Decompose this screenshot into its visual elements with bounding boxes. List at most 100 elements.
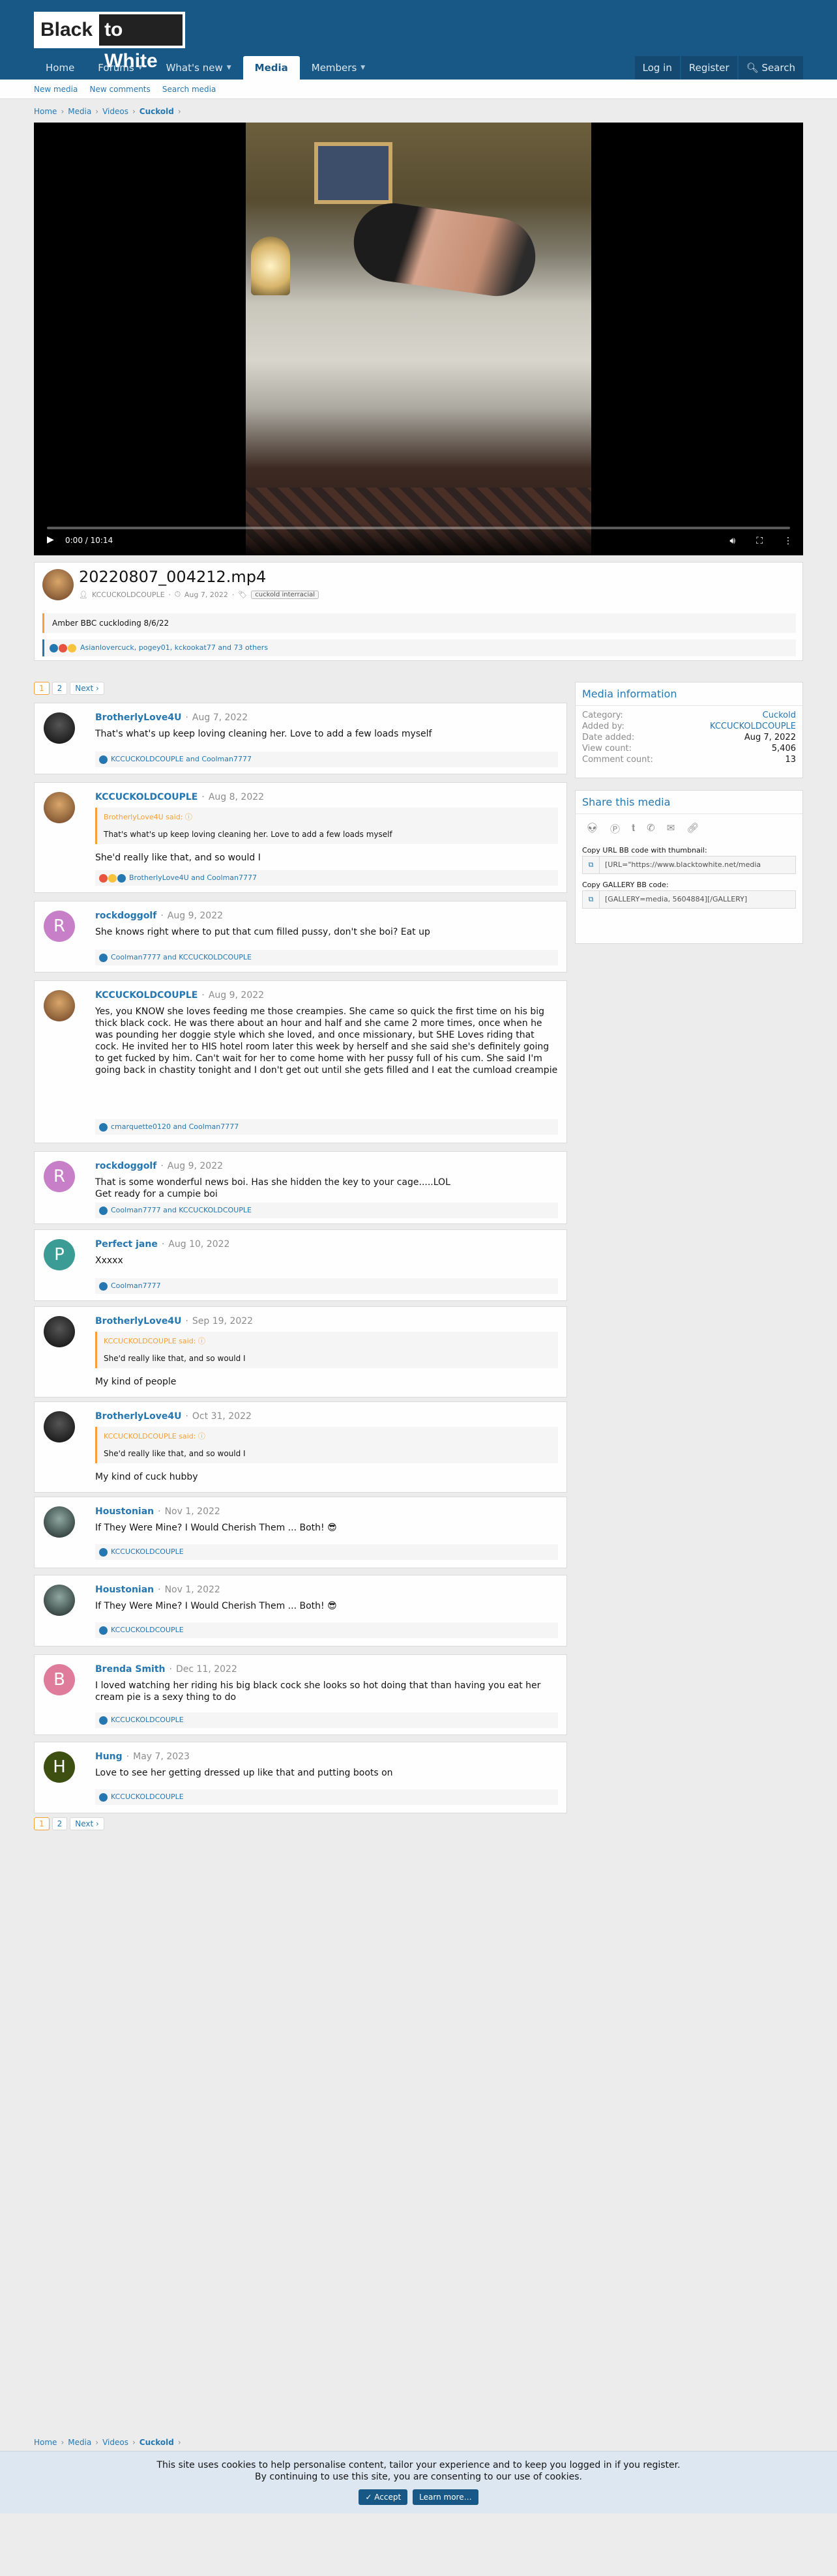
link-icon[interactable]: 🔗︎	[686, 822, 699, 836]
page-2[interactable]: 2	[51, 682, 68, 695]
chevron-down-icon[interactable]: ▼	[138, 56, 143, 80]
search-button[interactable]: 🔍︎ Search	[738, 56, 803, 80]
page-2[interactable]: 2	[51, 1817, 68, 1830]
avatar[interactable]	[44, 1316, 75, 1347]
next-page-button[interactable]: Next ›	[70, 682, 104, 695]
comment-date[interactable]: Nov 1, 2022	[165, 1585, 220, 1595]
register-button[interactable]: Register	[681, 56, 737, 80]
volume-icon[interactable]: 🔊︎	[729, 536, 735, 546]
comment-user[interactable]: Houstonian	[95, 1585, 154, 1595]
comment-user[interactable]: Brenda Smith	[95, 1664, 166, 1675]
breadcrumb-videos[interactable]: Videos	[102, 107, 128, 116]
comment-date[interactable]: Dec 11, 2022	[176, 1664, 237, 1675]
avatar[interactable]	[44, 1506, 75, 1538]
avatar[interactable]: R	[44, 911, 75, 942]
avatar[interactable]	[44, 1411, 75, 1442]
info-author-link[interactable]: KCCUCKOLDCOUPLE	[710, 721, 796, 732]
tab-forums[interactable]: Forums ▼	[86, 56, 154, 80]
whatsapp-icon[interactable]: ✆	[647, 822, 655, 836]
media-reactions[interactable]: Asianlovercuck, pogey01, kckookat77 and …	[42, 639, 796, 656]
pinterest-icon[interactable]: Ⓟ	[610, 822, 620, 836]
info-category-link[interactable]: Cuckold	[763, 710, 796, 721]
tab-home[interactable]: Home	[34, 56, 86, 80]
next-page-button[interactable]: Next ›	[70, 1817, 104, 1830]
comment-reactions[interactable]: Coolman7777 and KCCUCKOLDCOUPLE	[95, 1203, 558, 1218]
tab-members[interactable]: Members ▼	[300, 56, 377, 80]
tab-media[interactable]: Media	[242, 56, 300, 80]
breadcrumb-home[interactable]: Home	[34, 107, 57, 116]
comment-user[interactable]: Hung	[95, 1751, 123, 1762]
comment-reactions[interactable]: KCCUCKOLDCOUPLE and Coolman7777	[95, 752, 558, 767]
comment-date[interactable]: Aug 10, 2022	[168, 1239, 229, 1250]
gallery-code-field[interactable]: ⧉ [GALLERY=media, 5604884][/GALLERY]	[582, 890, 796, 909]
breadcrumb-home[interactable]: Home	[34, 2438, 57, 2447]
url-code-field[interactable]: ⧉ [URL="https://www.blacktowhite.net/medi…	[582, 856, 796, 874]
comment-date[interactable]: Aug 9, 2022	[168, 1161, 223, 1171]
comment-user[interactable]: KCCUCKOLDCOUPLE	[95, 792, 198, 802]
comment-date[interactable]: Oct 31, 2022	[192, 1411, 252, 1422]
comment-date[interactable]: May 7, 2023	[133, 1751, 190, 1762]
chevron-down-icon[interactable]: ▼	[227, 56, 231, 80]
quote-author[interactable]: BrotherlyLove4U said: ⓘ	[104, 812, 551, 823]
breadcrumb-cuckold[interactable]: Cuckold	[140, 107, 174, 116]
comment-reactions[interactable]: Coolman7777	[95, 1278, 558, 1294]
comment-date[interactable]: Sep 19, 2022	[192, 1316, 253, 1326]
comment-date[interactable]: Aug 8, 2022	[209, 792, 264, 802]
tumblr-icon[interactable]: 𝐭	[632, 822, 635, 836]
login-button[interactable]: Log in	[634, 56, 680, 80]
site-logo[interactable]: Black to White	[34, 12, 185, 72]
avatar[interactable]: H	[44, 1751, 75, 1783]
comment-reactions[interactable]: KCCUCKOLDCOUPLE	[95, 1622, 558, 1638]
play-icon[interactable]: ▶	[47, 534, 54, 545]
breadcrumb-media[interactable]: Media	[68, 107, 91, 116]
avatar[interactable]: R	[44, 1161, 75, 1192]
subnav-search-media[interactable]: Search media	[162, 85, 216, 94]
media-tag[interactable]: cuckold interracial	[251, 590, 319, 599]
breadcrumb-cuckold[interactable]: Cuckold	[140, 2438, 174, 2447]
video-player[interactable]: ▶ 0:00 / 10:14 🔊︎ ⛶ ⋮	[34, 123, 803, 555]
reddit-icon[interactable]: 👽︎	[586, 822, 598, 836]
quote-author[interactable]: KCCUCKOLDCOUPLE said: ⓘ	[104, 1431, 551, 1442]
author-avatar[interactable]	[42, 569, 74, 600]
chevron-down-icon[interactable]: ▼	[360, 56, 365, 80]
comment-user[interactable]: Perfect jane	[95, 1239, 158, 1250]
comment-user[interactable]: BrotherlyLove4U	[95, 712, 181, 723]
comment-date[interactable]: Aug 9, 2022	[209, 990, 264, 1001]
page-1[interactable]: 1	[34, 1817, 50, 1830]
comment-reactions[interactable]: cmarquette0120 and Coolman7777	[95, 1119, 558, 1135]
avatar[interactable]	[44, 712, 75, 744]
comment-user[interactable]: KCCUCKOLDCOUPLE	[95, 990, 198, 1001]
comment-date[interactable]: Nov 1, 2022	[165, 1506, 220, 1517]
avatar[interactable]: B	[44, 1664, 75, 1695]
tab-whats-new[interactable]: What's new ▼	[154, 56, 243, 80]
email-icon[interactable]: ✉	[667, 822, 675, 836]
avatar[interactable]	[44, 990, 75, 1021]
fullscreen-icon[interactable]: ⛶	[756, 536, 763, 546]
comment-user[interactable]: BrotherlyLove4U	[95, 1411, 181, 1422]
comment-user[interactable]: BrotherlyLove4U	[95, 1316, 181, 1326]
comment-reactions[interactable]: KCCUCKOLDCOUPLE	[95, 1789, 558, 1805]
avatar[interactable]: P	[44, 1239, 75, 1270]
comment-date[interactable]: Aug 9, 2022	[168, 911, 223, 921]
comment-user[interactable]: rockdoggolf	[95, 911, 156, 921]
more-options-icon[interactable]: ⋮	[784, 536, 793, 546]
accept-cookies-button[interactable]: ✓ Accept	[359, 2489, 408, 2505]
subnav-new-comments[interactable]: New comments	[90, 85, 151, 94]
media-author[interactable]: KCCUCKOLDCOUPLE	[92, 591, 165, 599]
breadcrumb-videos[interactable]: Videos	[102, 2438, 128, 2447]
breadcrumb-media[interactable]: Media	[68, 2438, 91, 2447]
avatar[interactable]	[44, 1585, 75, 1616]
comment-reactions[interactable]: KCCUCKOLDCOUPLE	[95, 1544, 558, 1560]
subnav-new-media[interactable]: New media	[34, 85, 78, 94]
copy-icon[interactable]: ⧉	[583, 891, 600, 908]
page-1[interactable]: 1	[34, 682, 50, 695]
learn-more-button[interactable]: Learn more…	[413, 2489, 478, 2505]
comment-reactions[interactable]: KCCUCKOLDCOUPLE	[95, 1712, 558, 1728]
quote-author[interactable]: KCCUCKOLDCOUPLE said: ⓘ	[104, 1336, 551, 1347]
video-progress-bar[interactable]	[47, 527, 790, 529]
copy-icon[interactable]: ⧉	[583, 856, 600, 873]
avatar[interactable]	[44, 792, 75, 823]
comment-user[interactable]: rockdoggolf	[95, 1161, 156, 1171]
comment-date[interactable]: Aug 7, 2022	[192, 712, 248, 723]
comment-user[interactable]: Houstonian	[95, 1506, 154, 1517]
